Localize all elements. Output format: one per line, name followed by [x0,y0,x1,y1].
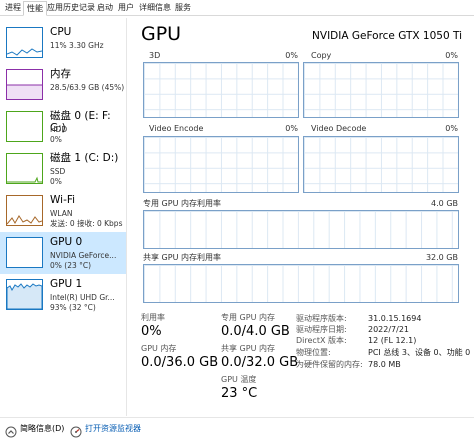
sidebar-item-detail: WLAN [50,209,73,218]
sidebar-item-detail: 93% (32 °C) [50,303,96,312]
sidebar-item-title: 磁盘 1 (C: D:) [50,152,119,164]
info-value: 31.0.15.1694 [368,314,422,323]
cpu-mini-graph [6,27,43,58]
info-key: 驱动程序日期: [296,325,347,334]
sidebar-item-wifi[interactable]: Wi-Fi WLAN 发送: 0 接收: 0 Kbps [0,190,126,232]
open-resource-monitor-link[interactable]: 打开资源监视器 [85,424,141,434]
utilization-value: 0% [141,324,162,339]
info-key: 驱动程序版本: [296,314,347,323]
gpu-memory-value: 0.0/36.0 GB [141,355,219,370]
tab-details[interactable]: 详细信息 [136,1,174,16]
engine-label-video-encode: Video Encode [149,124,204,133]
gpu-temperature-label: GPU 温度 [221,375,257,384]
graph-copy [303,62,459,118]
shared-memory-value: 0.0/32.0 GB [221,355,299,370]
sidebar-item-gpu-0[interactable]: GPU 0 NVIDIA GeForce... 0% (23 °C) [0,232,126,274]
chevron-up-icon[interactable] [5,423,17,438]
shared-memory-graph [143,264,459,303]
sidebar-item-detail: NVIDIA GeForce... [50,251,117,260]
dedicated-memory-value: 0.0/4.0 GB [221,324,290,339]
engine-percent-video-decode: 0% [445,124,458,133]
info-value: 2022/7/21 [368,325,410,334]
gpu-memory-label: GPU 内存 [141,344,177,353]
engine-label-3d: 3D [149,51,161,60]
sidebar-item-title: GPU 1 [50,278,83,290]
page-title: GPU [141,23,182,45]
sidebar-item-disk-0[interactable]: 磁盘 0 (E: F: G:) HDD 0% [0,106,126,148]
sidebar-item-title: CPU [50,26,72,38]
graph-3d [143,62,299,118]
engine-label-video-decode: Video Decode [311,124,367,133]
tab-app-history[interactable]: 应用历史记录 [44,1,98,16]
tab-services[interactable]: 服务 [172,1,194,16]
engine-percent-video-encode: 0% [285,124,298,133]
sidebar-item-title: GPU 0 [50,236,83,248]
dedicated-memory-label: 专用 GPU 内存 [221,313,275,322]
graph-video-encode [143,136,299,193]
info-value: 78.0 MB [368,360,401,369]
gpu-0-mini-graph [6,237,43,268]
tab-users[interactable]: 用户 [115,1,137,16]
engine-percent-3d: 0% [285,51,298,60]
sidebar-item-detail: 发送: 0 接收: 0 Kbps [50,219,123,228]
memory-mini-graph [6,69,43,100]
sidebar-item-detail: 0% [50,177,62,186]
gpu-1-mini-graph [6,279,43,310]
dedicated-memory-graph-max: 4.0 GB [431,199,458,208]
info-key: 为硬件保留的内存: [296,360,363,369]
sidebar-item-gpu-1[interactable]: GPU 1 Intel(R) UHD Gr... 93% (32 °C) [0,274,126,316]
resource-sidebar: CPU 11% 3.30 GHz 内存 28.5/63.9 GB (45%) 磁… [0,18,127,416]
resource-monitor-icon [70,423,82,438]
tab-startup[interactable]: 启动 [94,1,116,16]
sidebar-item-title: 内存 [50,68,71,80]
wifi-mini-graph [6,195,43,226]
disk-1-mini-graph [6,153,43,184]
sidebar-item-detail: 28.5/63.9 GB (45%) [50,83,125,92]
tab-bar: 进程 性能 应用历史记录 启动 用户 详细信息 服务 [0,0,474,16]
info-key: 物理位置: [296,348,331,357]
device-name: NVIDIA GeForce GTX 1050 Ti [312,30,462,42]
sidebar-item-detail: 11% 3.30 GHz [50,41,104,50]
tab-processes[interactable]: 进程 [2,1,24,16]
sidebar-item-detail: 0% [50,135,62,144]
graph-video-decode [303,136,459,193]
sidebar-item-detail: HDD [50,125,68,134]
gpu-temperature-value: 23 °C [221,386,258,401]
engine-percent-copy: 0% [445,51,458,60]
sidebar-item-memory[interactable]: 内存 28.5/63.9 GB (45%) [0,64,126,106]
engine-label-copy: Copy [311,51,332,60]
dedicated-memory-graph-label: 专用 GPU 内存利用率 [143,199,221,208]
footer-bar: 简略信息(D) 打开资源监视器 [0,417,474,441]
info-value: 12 (FL 12.1) [368,336,417,345]
shared-memory-graph-label: 共享 GPU 内存利用率 [143,253,221,262]
sidebar-item-detail: SSD [50,167,66,176]
info-value: PCI 总线 3、设备 0、功能 0 [368,348,471,357]
sidebar-item-detail: Intel(R) UHD Gr... [50,293,115,302]
sidebar-item-title: Wi-Fi [50,194,76,206]
shared-memory-label: 共享 GPU 内存 [221,344,275,353]
summary-view-button[interactable]: 简略信息(D) [20,424,64,434]
dedicated-memory-graph [143,210,459,249]
utilization-label: 利用率 [141,313,165,322]
sidebar-item-cpu[interactable]: CPU 11% 3.30 GHz [0,22,126,64]
disk-0-mini-graph [6,111,43,142]
info-key: DirectX 版本: [296,336,347,345]
shared-memory-graph-max: 32.0 GB [425,253,458,262]
sidebar-item-disk-1[interactable]: 磁盘 1 (C: D:) SSD 0% [0,148,126,190]
sidebar-item-detail: 0% (23 °C) [50,261,92,270]
